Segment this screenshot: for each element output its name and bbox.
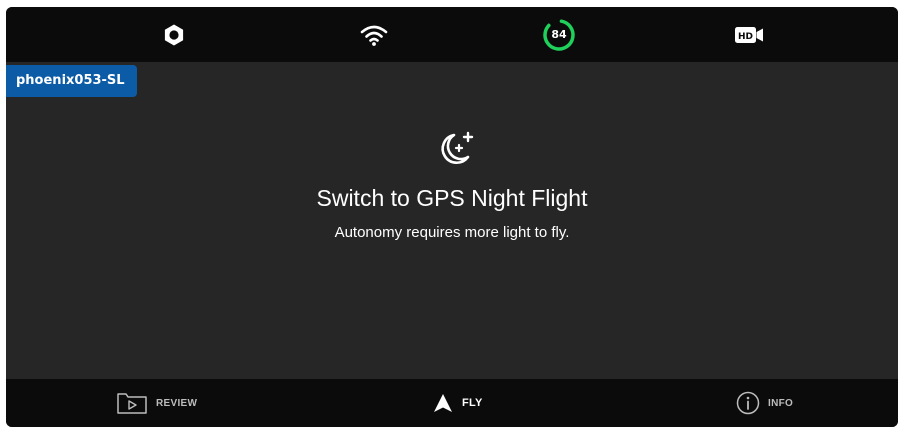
nav-review-label: REVIEW xyxy=(156,397,198,409)
nav-info[interactable]: INFO xyxy=(736,379,793,427)
fly-arrow-icon xyxy=(434,394,452,412)
battery-ring-icon: 84 xyxy=(542,18,576,52)
settings-button[interactable] xyxy=(146,7,202,62)
moon-stars-icon xyxy=(441,131,474,164)
nav-info-label: INFO xyxy=(768,397,794,409)
app-screen: 84 HD phoenix053-SL Switch to GPS Night … xyxy=(6,7,898,427)
bottom-navigation: REVIEW FLY INFO xyxy=(6,379,898,427)
wifi-status[interactable] xyxy=(346,7,402,62)
hd-camera-icon: HD xyxy=(735,26,763,43)
svg-text:HD: HD xyxy=(738,32,753,42)
nav-fly-label: FLY xyxy=(462,397,483,409)
nav-review[interactable]: REVIEW xyxy=(116,379,197,427)
wifi-icon xyxy=(360,25,388,46)
top-status-bar: 84 HD xyxy=(6,7,898,62)
review-folder-icon xyxy=(117,393,147,414)
nav-fly[interactable]: FLY xyxy=(432,379,483,427)
notice-subtitle: Autonomy requires more light to fly. xyxy=(334,224,570,241)
night-flight-notice: Switch to GPS Night Flight Autonomy requ… xyxy=(6,127,898,243)
gear-icon xyxy=(164,24,184,45)
video-quality-button[interactable]: HD xyxy=(721,7,777,62)
battery-percent: 84 xyxy=(551,27,567,41)
drone-name-tag[interactable]: phoenix053-SL xyxy=(6,65,137,97)
info-icon xyxy=(736,391,760,415)
notice-title: Switch to GPS Night Flight xyxy=(316,185,588,211)
battery-status[interactable]: 84 xyxy=(531,7,587,62)
